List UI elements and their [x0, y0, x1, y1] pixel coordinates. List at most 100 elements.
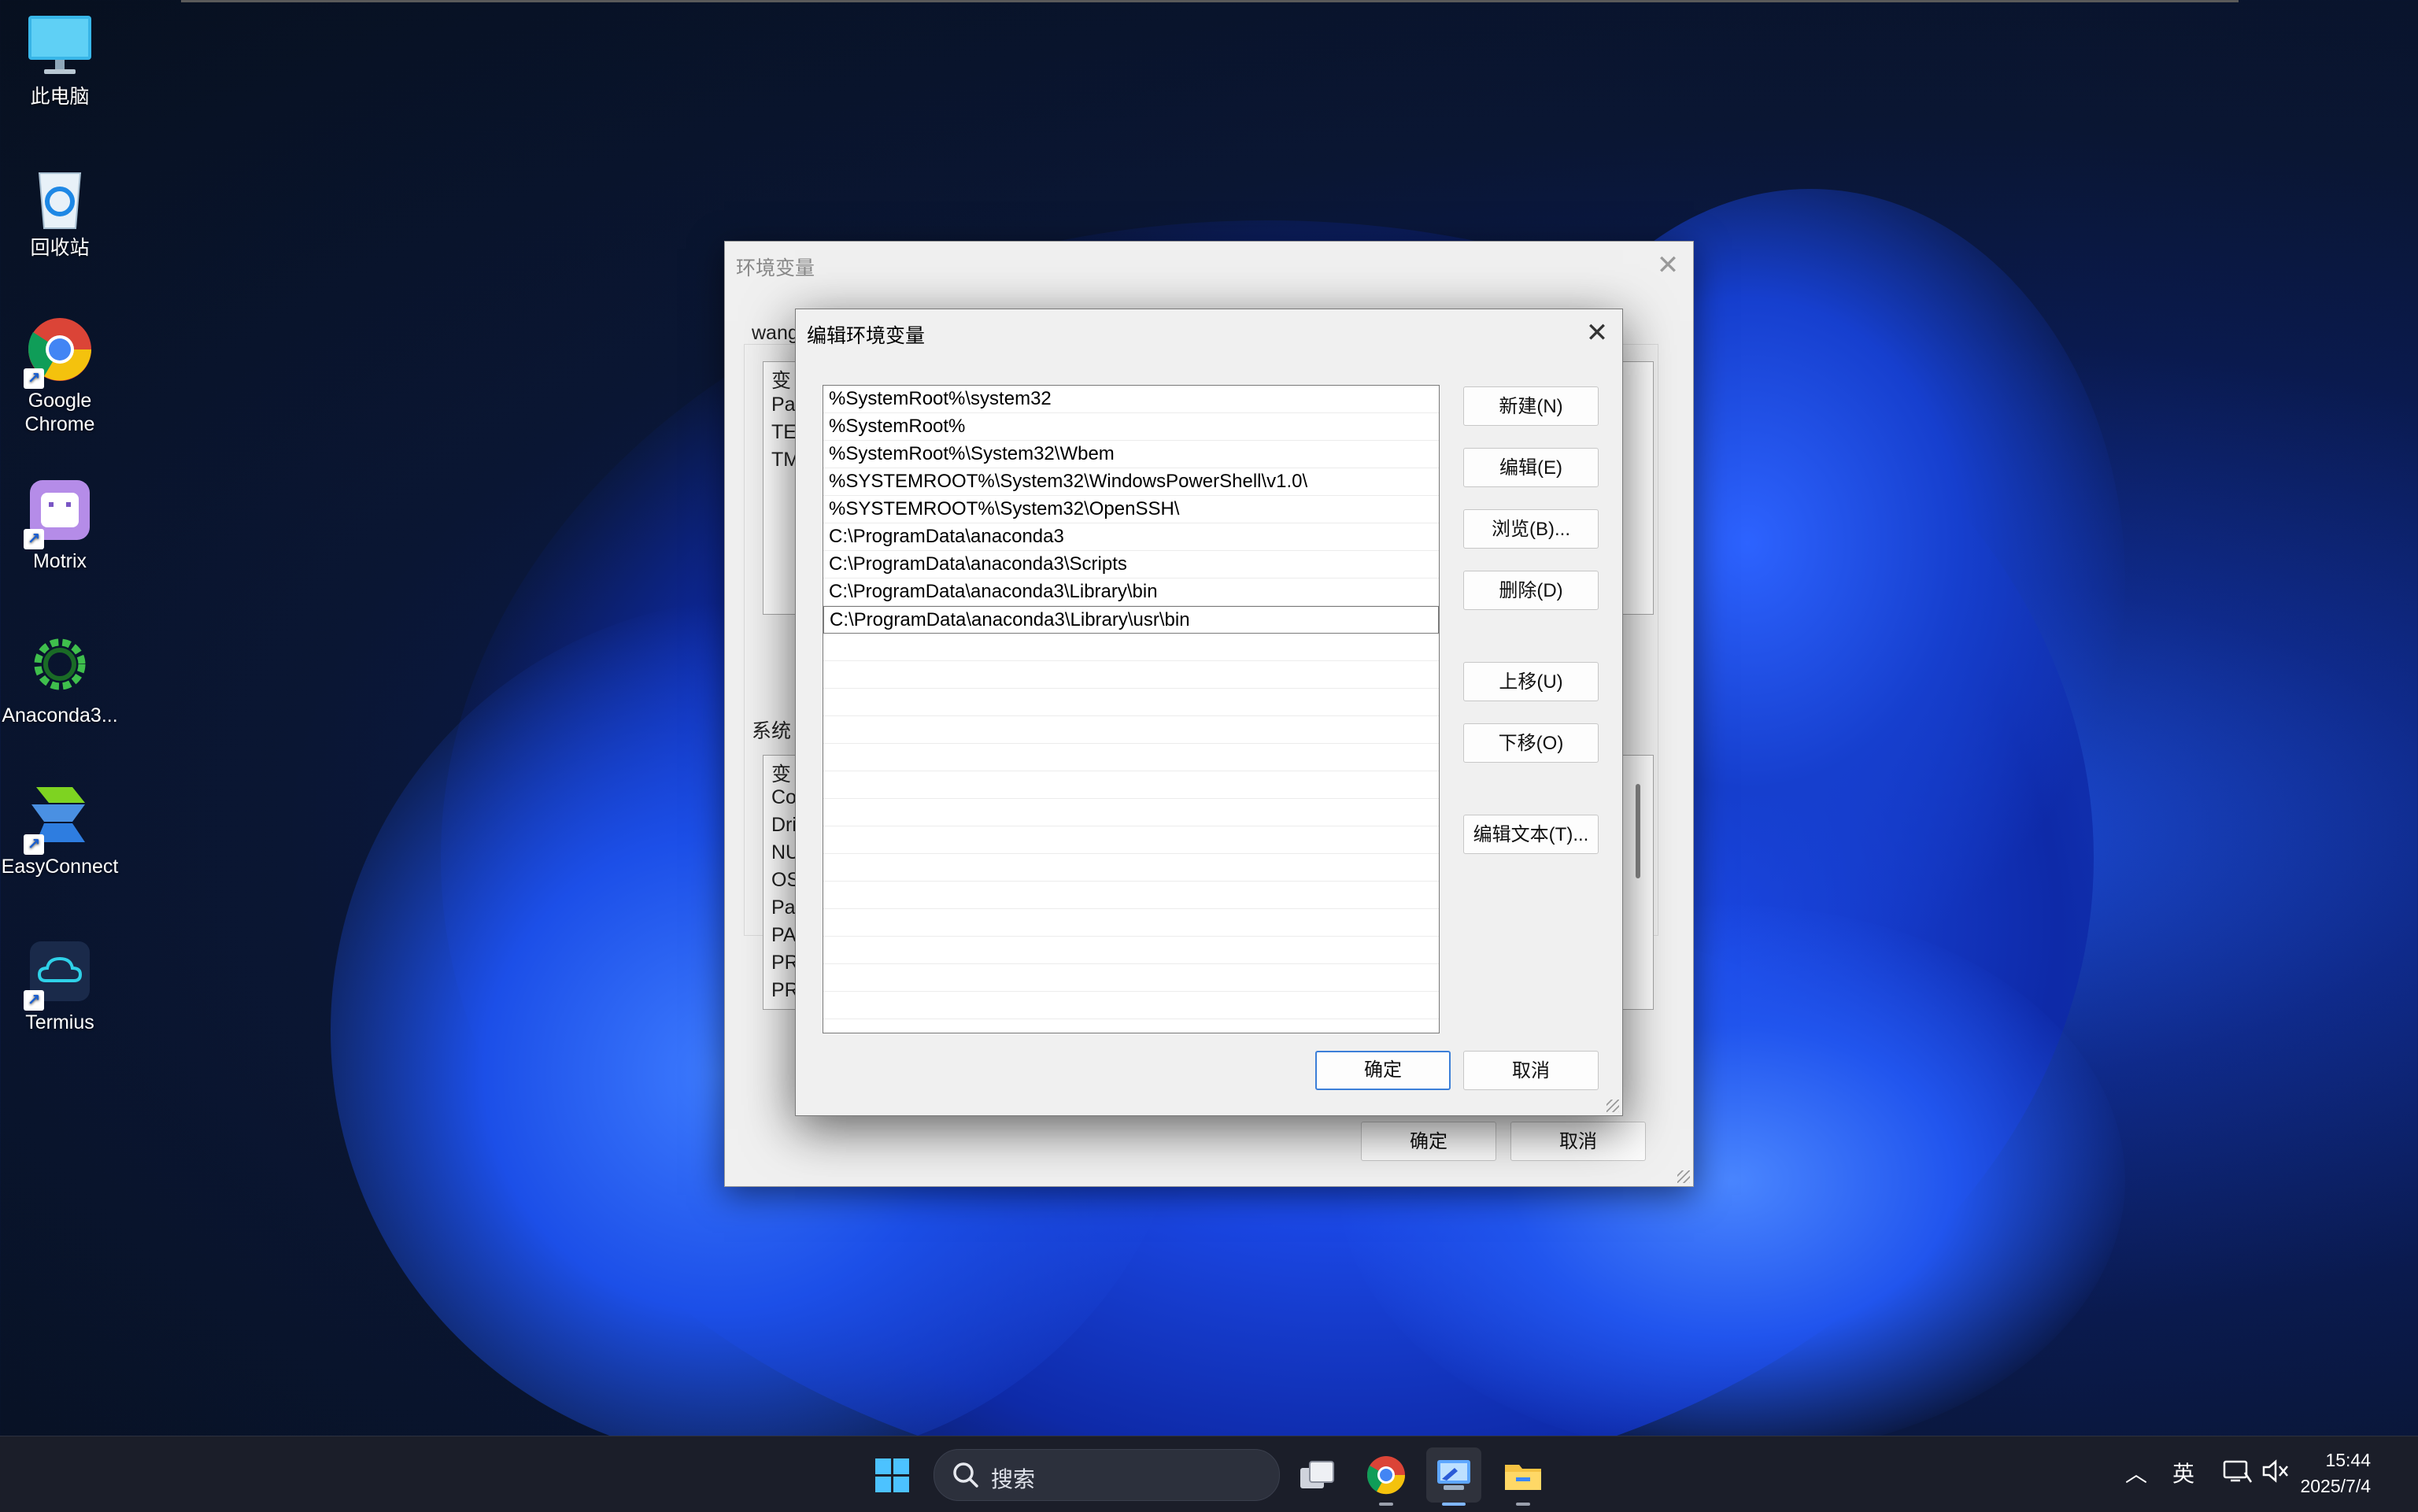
- desktop-icon-termius[interactable]: ↗ Termius: [0, 937, 120, 1034]
- running-indicator: [1516, 1503, 1530, 1506]
- path-list-item[interactable]: C:\ProgramData\anaconda3\Scripts: [823, 551, 1439, 579]
- path-list-empty-row[interactable]: [823, 771, 1439, 799]
- clock-time: 15:44: [2325, 1450, 2371, 1470]
- active-indicator: [1442, 1503, 1466, 1506]
- termius-icon: ↗: [24, 937, 94, 1011]
- path-list-empty-row[interactable]: [823, 826, 1439, 854]
- desktop-icon-chrome[interactable]: ↗ Google Chrome: [0, 315, 120, 436]
- desktop-icon-label: EasyConnect: [1, 856, 119, 878]
- edit-button[interactable]: 编辑(E): [1463, 448, 1599, 487]
- path-list-empty-row[interactable]: [823, 744, 1439, 771]
- search-icon: [953, 1462, 978, 1488]
- path-list-empty-row[interactable]: [823, 1019, 1439, 1033]
- recycle-bin-icon: [25, 162, 94, 231]
- title-bar[interactable]: 编辑环境变量 ✕: [796, 309, 1622, 355]
- desktop-icon-anaconda[interactable]: Anaconda3...: [0, 630, 120, 727]
- path-list-item[interactable]: %SYSTEMROOT%\System32\OpenSSH\: [823, 496, 1439, 523]
- anaconda-icon: [25, 630, 94, 699]
- path-list-empty-row[interactable]: [823, 799, 1439, 826]
- taskbar-chrome[interactable]: [1359, 1447, 1414, 1506]
- system-clock[interactable]: 15:44 2025/7/4: [2300, 1447, 2371, 1499]
- task-view-button[interactable]: [1289, 1447, 1344, 1503]
- resize-grip-icon[interactable]: [1606, 1100, 1619, 1112]
- shortcut-arrow-icon: ↗: [24, 834, 44, 855]
- shortcut-arrow-icon: ↗: [24, 990, 44, 1011]
- shortcut-arrow-icon: ↗: [24, 368, 44, 389]
- path-list-empty-row[interactable]: [823, 634, 1439, 661]
- move-down-button[interactable]: 下移(O): [1463, 723, 1599, 763]
- desktop-icon-label: 此电脑: [30, 86, 90, 108]
- path-list-empty-row[interactable]: [823, 909, 1439, 937]
- desktop-icon-label: 回收站: [30, 237, 90, 259]
- path-list-empty-row[interactable]: [823, 992, 1439, 1019]
- path-list-item[interactable]: C:\ProgramData\anaconda3: [823, 523, 1439, 551]
- desktop-icon-recycle-bin[interactable]: 回收站: [0, 162, 120, 260]
- new-button[interactable]: 新建(N): [1463, 386, 1599, 426]
- top-edge-line: [181, 0, 2239, 2]
- desktop-icon-easyconnect[interactable]: ↗ EasyConnect: [0, 781, 120, 878]
- move-up-button[interactable]: 上移(U): [1463, 662, 1599, 701]
- task-view-icon: [1300, 1461, 1334, 1488]
- system-variables-label: 系统: [752, 720, 792, 742]
- dialog-title: 编辑环境变量: [807, 325, 926, 347]
- list-item[interactable]: Co: [771, 786, 797, 809]
- input-method-indicator[interactable]: 英: [2172, 1457, 2194, 1488]
- path-list-empty-row[interactable]: [823, 689, 1439, 716]
- desktop-icon-motrix[interactable]: ↗ Motrix: [0, 475, 120, 573]
- desktop-icon-label: Motrix: [32, 550, 87, 572]
- ok-button[interactable]: 确定: [1315, 1051, 1451, 1090]
- desktop-icon-label: Anaconda3...: [2, 704, 118, 726]
- folder-icon: [1505, 1465, 1541, 1490]
- chrome-icon: ↗: [24, 315, 94, 389]
- path-list-item[interactable]: %SystemRoot%: [823, 413, 1439, 441]
- taskbar-control-panel[interactable]: [1426, 1447, 1481, 1506]
- path-list-empty-row[interactable]: [823, 854, 1439, 882]
- close-icon[interactable]: ✕: [1580, 316, 1614, 350]
- taskbar-search-box[interactable]: 搜索: [934, 1449, 1280, 1501]
- scrollbar-thumb[interactable]: [1636, 784, 1640, 878]
- list-item[interactable]: 变: [771, 365, 791, 394]
- path-list-item[interactable]: C:\ProgramData\anaconda3\Library\bin: [823, 579, 1439, 606]
- path-list-item[interactable]: %SYSTEMROOT%\System32\WindowsPowerShell\…: [823, 468, 1439, 496]
- path-list-item[interactable]: %SystemRoot%\system32: [823, 386, 1439, 413]
- chevron-up-icon[interactable]: ︿: [2125, 1457, 2147, 1488]
- shortcut-arrow-icon: ↗: [24, 529, 44, 549]
- path-list-empty-row[interactable]: [823, 661, 1439, 689]
- resize-grip-icon[interactable]: [1677, 1170, 1690, 1183]
- path-list-empty-row[interactable]: [823, 716, 1439, 744]
- edit-environment-variable-dialog[interactable]: 编辑环境变量 ✕ %SystemRoot%\system32 %SystemRoo…: [795, 309, 1623, 1116]
- delete-button[interactable]: 删除(D): [1463, 571, 1599, 610]
- start-button[interactable]: [864, 1447, 919, 1503]
- taskbar: 搜索 ︿ 英 15:44 2025/7/4: [0, 1436, 2418, 1512]
- edit-text-button[interactable]: 编辑文本(T)...: [1463, 815, 1599, 854]
- control-panel-icon: [1437, 1460, 1470, 1490]
- path-list-item[interactable]: C:\ProgramData\anaconda3\Library\usr\bin: [823, 606, 1439, 634]
- taskbar-file-explorer[interactable]: [1496, 1447, 1551, 1506]
- network-icon[interactable]: [2221, 1455, 2253, 1492]
- path-list-empty-row[interactable]: [823, 964, 1439, 992]
- running-indicator: [1379, 1503, 1393, 1506]
- close-icon[interactable]: ✕: [1651, 248, 1685, 283]
- path-list-empty-row[interactable]: [823, 937, 1439, 964]
- motrix-icon: ↗: [24, 475, 94, 549]
- windows-logo-icon: [875, 1458, 909, 1492]
- title-bar[interactable]: 环境变量 ✕: [725, 242, 1693, 287]
- chrome-icon: [1366, 1456, 1406, 1495]
- desktop-icon-this-pc[interactable]: 此电脑: [0, 11, 120, 109]
- user-variables-label: wang: [752, 322, 799, 344]
- list-item[interactable]: Dri: [771, 814, 797, 837]
- list-item[interactable]: PA: [771, 924, 797, 947]
- browse-button[interactable]: 浏览(B)...: [1463, 509, 1599, 549]
- search-placeholder: 搜索: [991, 1467, 1036, 1492]
- path-list-empty-row[interactable]: [823, 882, 1439, 909]
- path-list[interactable]: %SystemRoot%\system32 %SystemRoot% %System…: [823, 385, 1440, 1033]
- volume-muted-icon[interactable]: [2259, 1455, 2290, 1492]
- desktop-icon-label: Google Chrome: [24, 390, 95, 435]
- list-item[interactable]: 变: [771, 759, 791, 787]
- cancel-button[interactable]: 取消: [1510, 1122, 1646, 1161]
- path-list-item[interactable]: %SystemRoot%\System32\Wbem: [823, 441, 1439, 468]
- clock-date: 2025/7/4: [2300, 1476, 2371, 1496]
- cancel-button[interactable]: 取消: [1463, 1051, 1599, 1090]
- ok-button[interactable]: 确定: [1361, 1122, 1496, 1161]
- window-title: 环境变量: [736, 257, 815, 279]
